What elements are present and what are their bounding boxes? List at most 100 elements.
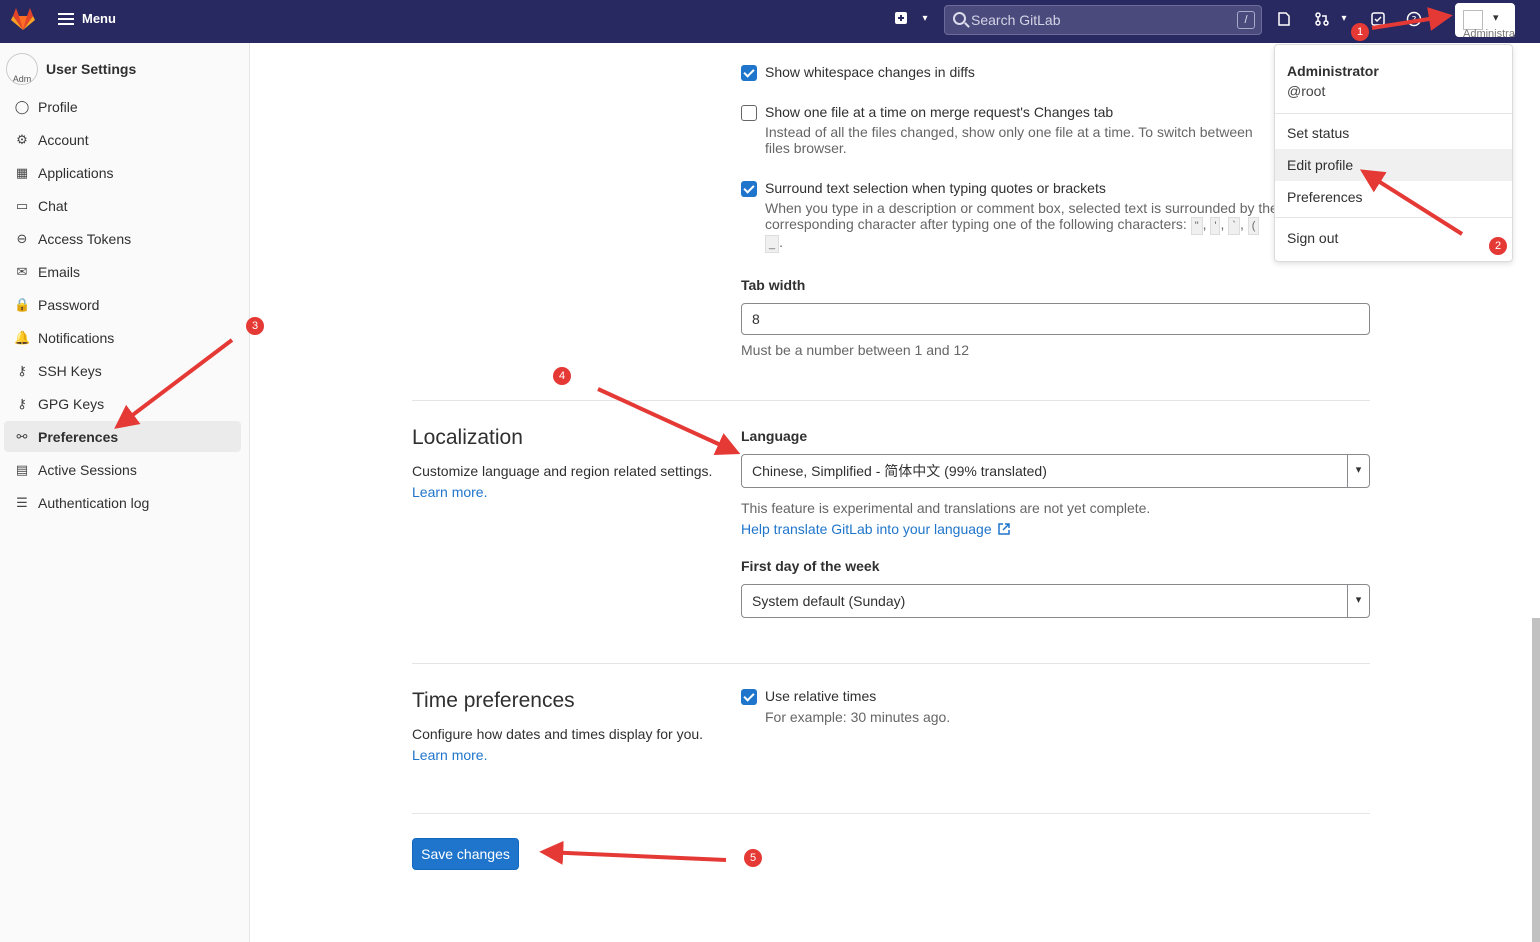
- annotation-badge: 4: [553, 367, 571, 385]
- sidebar-item-profile[interactable]: ◯ Profile: [4, 91, 241, 122]
- sidebar-item-account[interactable]: ⚙ Account: [4, 124, 241, 155]
- merge-request-icon[interactable]: [1314, 11, 1330, 27]
- relative-times-help: For example: 30 minutes ago.: [765, 709, 951, 725]
- surround-checkbox[interactable]: [741, 181, 757, 197]
- tab-width-input[interactable]: 8: [741, 303, 1370, 335]
- one-file-checkbox[interactable]: [741, 105, 757, 121]
- surround-help-1: When you type in a description or commen…: [765, 200, 1275, 216]
- sidebar-item-password[interactable]: 🔒 Password: [4, 289, 241, 320]
- chevron-down-icon[interactable]: ▾: [917, 11, 933, 27]
- surround-char: `: [1228, 217, 1240, 235]
- language-select[interactable]: Chinese, Simplified - 简体中文 (99% translat…: [741, 454, 1370, 488]
- sidebar-item-ssh-keys[interactable]: ⚷ SSH Keys: [4, 355, 241, 386]
- sidebar-item-label: Authentication log: [38, 494, 150, 511]
- time-learn-more-link[interactable]: Learn more.: [412, 747, 487, 763]
- sidebar-item-label: SSH Keys: [38, 362, 102, 379]
- sidebar-item-label: Preferences: [38, 428, 119, 445]
- sidebar-item-label: Applications: [38, 164, 114, 181]
- sidebar-item-label: Notifications: [38, 329, 115, 346]
- save-changes-button[interactable]: Save changes: [412, 838, 519, 870]
- search-input[interactable]: Search GitLab /: [944, 5, 1262, 35]
- menu-button[interactable]: Menu: [58, 11, 116, 26]
- account-icon: ⚙: [16, 131, 28, 147]
- relative-times-checkbox[interactable]: [741, 689, 757, 705]
- annotation-badge: 3: [246, 317, 264, 335]
- user-menu-button[interactable]: Administrator ▾: [1455, 3, 1515, 40]
- localization-learn-more-link[interactable]: Learn more.: [412, 484, 487, 500]
- dropdown-username: @root: [1287, 83, 1326, 99]
- localization-title: Localization: [412, 426, 523, 449]
- relative-times-label: Use relative times: [765, 688, 877, 704]
- svg-text:?: ?: [1412, 16, 1417, 26]
- annotation-badge: 2: [1489, 237, 1507, 255]
- dropdown-divider: [1275, 113, 1512, 114]
- sidebar-item-notifications[interactable]: 🔔 Notifications: [4, 322, 241, 353]
- one-file-label: Show one file at a time on merge request…: [765, 104, 1114, 120]
- chat-icon: ▭: [15, 197, 29, 213]
- sidebar-item-label: Chat: [38, 197, 68, 214]
- dropdown-divider: [1275, 217, 1512, 218]
- sidebar-item-access-tokens[interactable]: ⊖ Access Tokens: [4, 223, 241, 254]
- avatar-broken-image-icon: [1463, 10, 1483, 30]
- annotation-badge: 1: [1351, 23, 1369, 41]
- sidebar-item-applications[interactable]: ▦ Applications: [4, 157, 241, 188]
- mail-icon: ✉: [16, 263, 28, 279]
- preferences-item[interactable]: Preferences: [1275, 181, 1512, 213]
- time-preferences-title: Time preferences: [412, 689, 575, 712]
- surround-help-text: corresponding character after typing one…: [765, 216, 1187, 232]
- translate-link[interactable]: Help translate GitLab into your language: [741, 521, 1011, 537]
- sidebar-item-gpg-keys[interactable]: ⚷ GPG Keys: [4, 388, 241, 419]
- chevron-down-icon: ▾: [1493, 12, 1499, 24]
- todo-icon[interactable]: [1370, 11, 1386, 27]
- translate-link-label: Help translate GitLab into your language: [741, 521, 992, 537]
- search-placeholder: Search GitLab: [971, 12, 1061, 28]
- edit-profile-item[interactable]: Edit profile: [1275, 149, 1512, 181]
- section-divider: [412, 813, 1370, 814]
- sidebar-title: User Settings: [46, 61, 137, 77]
- sidebar-item-label: Account: [38, 131, 89, 148]
- issues-icon[interactable]: [1276, 11, 1292, 27]
- hamburger-icon: [58, 12, 74, 25]
- time-preferences-description: Configure how dates and times display fo…: [412, 726, 704, 742]
- sidebar-item-emails[interactable]: ✉ Emails: [4, 256, 241, 287]
- chevron-down-icon: ▾: [1347, 455, 1369, 487]
- token-icon: ⊖: [16, 230, 28, 246]
- sidebar-item-authentication-log[interactable]: ☰ Authentication log: [4, 487, 241, 518]
- profile-icon: ◯: [14, 98, 30, 114]
- set-status-item[interactable]: Set status: [1275, 117, 1512, 149]
- applications-icon: ▦: [15, 164, 29, 180]
- sidebar-item-label: Emails: [38, 263, 81, 280]
- chevron-down-icon[interactable]: ▾: [1336, 11, 1352, 27]
- sidebar-item-label: Profile: [38, 98, 78, 115]
- search-icon: [953, 12, 966, 25]
- external-link-icon: [997, 523, 1010, 535]
- whitespace-label: Show whitespace changes in diffs: [765, 64, 975, 80]
- surround-char: _: [765, 235, 780, 253]
- dropdown-user-name: Administrator: [1287, 63, 1379, 79]
- menu-label: Menu: [82, 11, 116, 26]
- monitor-icon: ▤: [15, 461, 29, 477]
- first-day-value: System default (Sunday): [752, 593, 906, 609]
- sidebar-header[interactable]: Adm User Settings: [6, 53, 136, 85]
- tab-width-label: Tab width: [741, 277, 806, 293]
- key-icon: ⚷: [17, 395, 27, 411]
- whitespace-checkbox[interactable]: [741, 65, 757, 81]
- user-dropdown-menu: Administrator @root Set status Edit prof…: [1274, 44, 1513, 262]
- localization-description: Customize language and region related se…: [412, 463, 713, 479]
- sidebar-item-preferences[interactable]: ⚯ Preferences: [4, 421, 241, 452]
- plus-square-icon[interactable]: [893, 11, 909, 27]
- section-divider: [412, 663, 1370, 664]
- surround-label: Surround text selection when typing quot…: [765, 180, 1106, 196]
- sidebar-item-chat[interactable]: ▭ Chat: [4, 190, 241, 221]
- gitlab-logo-icon[interactable]: [10, 6, 36, 32]
- first-day-select[interactable]: System default (Sunday) ▾: [741, 584, 1370, 618]
- help-icon[interactable]: ?: [1406, 11, 1422, 27]
- page-scrollbar[interactable]: [1532, 618, 1540, 942]
- sidebar-item-label: GPG Keys: [38, 395, 105, 412]
- sign-out-item[interactable]: Sign out: [1275, 222, 1512, 254]
- surround-char: (: [1247, 217, 1260, 235]
- section-divider: [412, 400, 1370, 401]
- preferences-icon: ⚯: [16, 428, 28, 444]
- tab-width-help: Must be a number between 1 and 12: [741, 342, 970, 358]
- sidebar-item-active-sessions[interactable]: ▤ Active Sessions: [4, 454, 241, 485]
